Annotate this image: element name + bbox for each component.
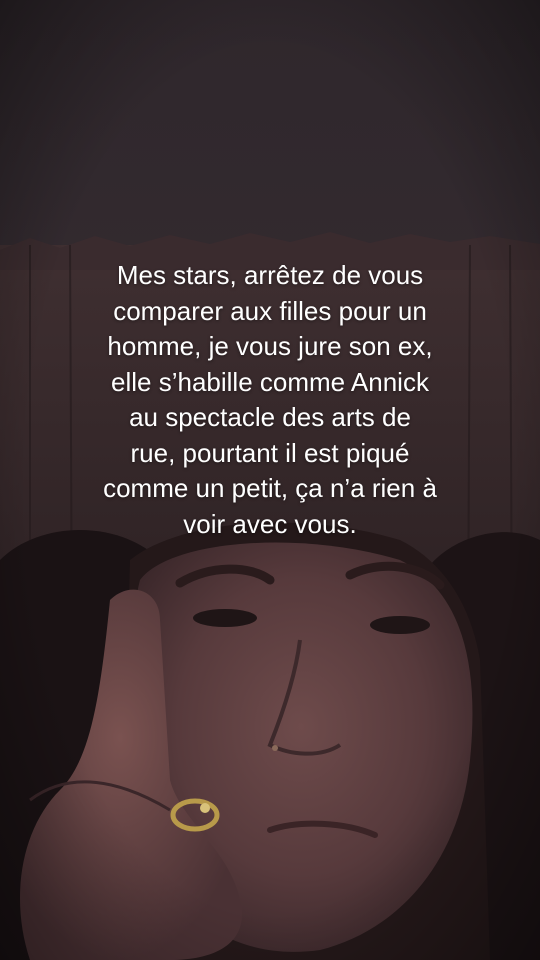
video-frame: Mes stars, arrêtez de vous comparer aux … xyxy=(0,0,540,960)
caption-line: Mes stars, arrêtez de vous xyxy=(116,260,424,290)
caption-line: comme un petit, ça n’a rien à xyxy=(103,473,437,503)
caption-line: au spectacle des arts de xyxy=(129,402,411,432)
caption-text: Mes stars, arrêtez de vous comparer aux … xyxy=(40,258,500,542)
caption-line: rue, pourtant il est piqué xyxy=(130,437,410,468)
caption-line: voir avec vous. xyxy=(183,508,357,539)
caption-line: homme, je vous jure son ex, xyxy=(107,331,433,361)
caption-line: comparer aux filles pour un xyxy=(113,295,427,326)
caption-line: elle s’habille comme Annick xyxy=(111,366,429,397)
